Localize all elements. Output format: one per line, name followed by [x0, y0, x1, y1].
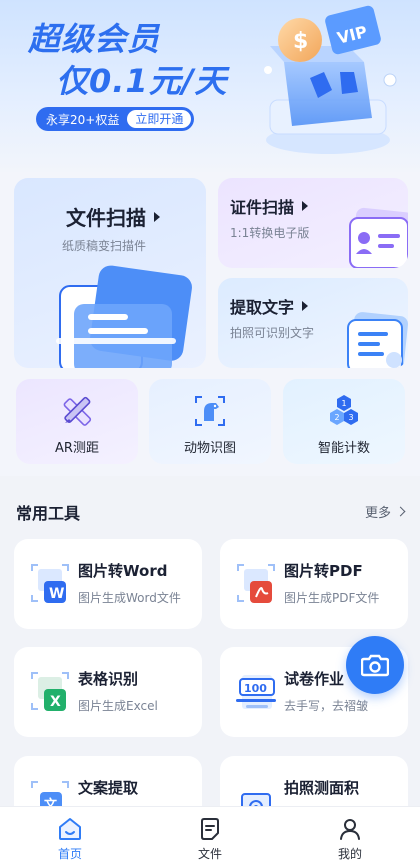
home-icon — [59, 818, 81, 840]
counting-hexagons-icon: 1 2 3 — [330, 395, 358, 425]
doc-scan-card[interactable]: 文件扫描 纸质稿变扫描件 — [14, 178, 206, 368]
image-to-pdf-subtitle: 图片生成PDF文件 — [284, 591, 380, 605]
vip-perk-pill: 永享20+权益 立即开通 — [36, 107, 195, 131]
nav-home-label: 首页 — [57, 847, 82, 861]
table-recognition-icon: X — [31, 672, 69, 711]
more-label: 更多 — [364, 506, 391, 521]
text-extract-card[interactable]: 提取文字 拍照可识别文字 — [218, 278, 408, 368]
nav-profile-label: 我的 — [337, 847, 362, 861]
vip-banner[interactable]: 超级会员 仅0.1元/天 永享20+权益 立即开通 $ VIP — [0, 0, 420, 172]
exam-paper-subtitle: 去手写，去褶皱 — [284, 699, 369, 713]
id-scan-card[interactable]: 证件扫描 1:1转换电子版 — [218, 178, 408, 268]
svg-text:2: 2 — [335, 413, 340, 422]
banner-title: 超级会员 — [28, 20, 161, 58]
file-icon — [201, 818, 219, 840]
area-measure-title: 拍照测面积 — [284, 779, 360, 797]
table-recognition-title: 表格识别 — [78, 670, 139, 688]
nav-files-label: 文件 — [197, 847, 222, 861]
triangle-arrow-icon — [302, 201, 309, 211]
exam-score-badge: 100 — [244, 682, 267, 695]
vip-gift-box-icon: $ VIP — [264, 5, 397, 154]
ruler-pencil-icon — [63, 396, 92, 426]
smart-count-card[interactable]: 1 2 3 智能计数 — [283, 379, 405, 464]
smart-count-label: 智能计数 — [317, 441, 370, 456]
id-card-icon — [349, 207, 408, 268]
id-scan-title-text: 证件扫描 — [230, 198, 295, 217]
image-to-word-tool[interactable]: W 图片转Word 图片生成Word文件 — [14, 539, 202, 629]
image-to-pdf-title: 图片转PDF — [284, 562, 363, 580]
excel-badge: X — [50, 694, 61, 710]
id-scan-title: 证件扫描 — [230, 194, 309, 218]
animal-scan-icon — [195, 396, 225, 426]
doc-scan-title-text: 文件扫描 — [66, 206, 146, 230]
home-screen: 超级会员 仅0.1元/天 永享20+权益 立即开通 $ VIP 文件扫描 纸质稿… — [0, 0, 420, 868]
table-recognition-subtitle: 图片生成Excel — [78, 699, 158, 713]
document-stack-icon — [56, 265, 192, 368]
image-to-word-subtitle: 图片生成Word文件 — [78, 591, 181, 605]
exam-paper-icon: 100 — [236, 675, 276, 709]
triangle-arrow-icon — [302, 301, 309, 311]
animal-recognition-card[interactable]: 动物识图 — [149, 379, 271, 464]
exam-paper-title: 试卷作业 — [284, 670, 345, 688]
svg-text:3: 3 — [349, 413, 354, 422]
image-to-pdf-icon — [237, 564, 275, 603]
text-extract-title: 提取文字 — [230, 294, 309, 318]
nav-files[interactable]: 文件 — [140, 807, 280, 868]
doc-scan-title: 文件扫描 — [66, 202, 160, 231]
camera-button[interactable] — [346, 636, 404, 694]
camera-icon — [361, 654, 389, 677]
text-extract-title-text: 提取文字 — [230, 298, 295, 317]
svg-text:1: 1 — [342, 399, 347, 408]
text-extract-subtitle: 拍照可识别文字 — [230, 326, 315, 340]
banner-price: 仅0.1元/天 — [56, 62, 228, 100]
perk-text: 永享20+权益 — [46, 112, 120, 127]
nav-home[interactable]: 首页 — [0, 807, 140, 868]
triangle-arrow-icon — [154, 211, 160, 222]
bottom-navigation: 首页 文件 我的 — [0, 806, 420, 868]
image-to-word-title: 图片转Word — [78, 562, 168, 580]
image-to-word-icon: W — [31, 564, 69, 603]
ar-measure-card[interactable]: AR测距 — [16, 379, 138, 464]
animal-recognition-label: 动物识图 — [183, 441, 236, 456]
table-recognition-tool[interactable]: X 表格识别 图片生成Excel — [14, 647, 202, 737]
id-scan-subtitle: 1:1转换电子版 — [230, 226, 310, 240]
more-tools-link[interactable]: 更多 — [364, 502, 406, 521]
word-badge: W — [49, 586, 64, 602]
copy-extract-title: 文案提取 — [78, 779, 139, 797]
nav-profile[interactable]: 我的 — [280, 807, 420, 868]
open-vip-button[interactable]: 立即开通 — [127, 110, 192, 128]
image-to-pdf-tool[interactable]: 图片转PDF 图片生成PDF文件 — [220, 539, 408, 629]
doc-scan-subtitle: 纸质稿变扫描件 — [62, 239, 147, 253]
text-doc-icon — [347, 312, 408, 368]
coin-symbol: $ — [293, 29, 308, 54]
tools-section-title: 常用工具 — [16, 504, 81, 523]
ar-measure-label: AR测距 — [55, 441, 99, 456]
chevron-right-icon — [395, 506, 406, 517]
profile-icon — [340, 819, 360, 840]
